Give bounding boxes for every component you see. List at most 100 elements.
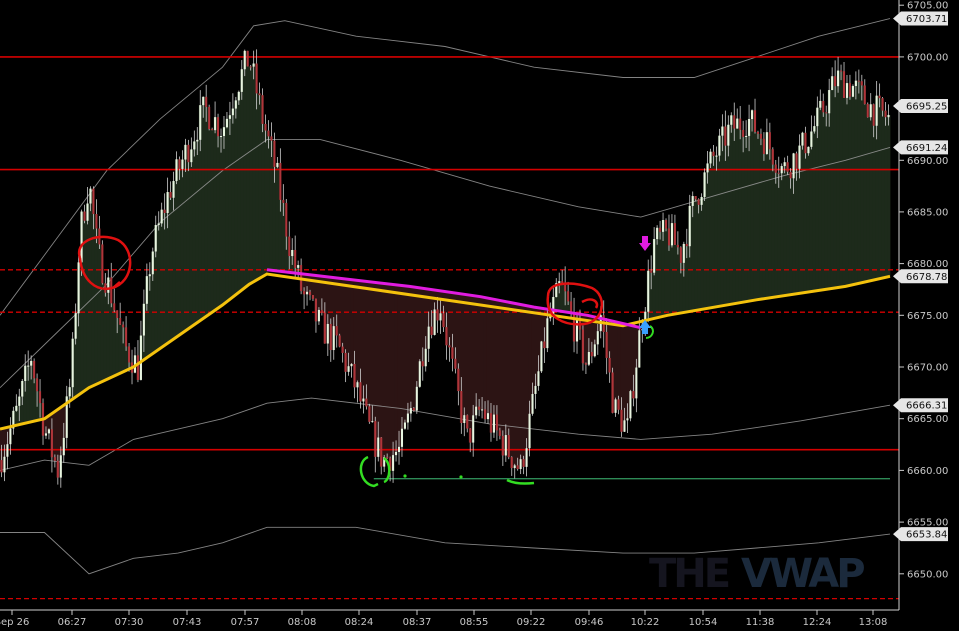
x-tick-label: 10:54 bbox=[689, 617, 718, 628]
vwap-fill-segment bbox=[884, 117, 888, 278]
candle-body bbox=[466, 415, 469, 429]
candle-body bbox=[270, 136, 273, 141]
candle-body bbox=[365, 398, 368, 407]
candle-body bbox=[89, 188, 92, 204]
candle-body bbox=[211, 129, 214, 131]
vwap-fill-segment bbox=[842, 97, 846, 287]
candle-body bbox=[424, 348, 427, 367]
candle-body bbox=[614, 399, 617, 413]
price-chart[interactable]: THE VWAP 6650.00 6655.00 6660.00 6665.00 667… bbox=[0, 0, 959, 631]
candle-body bbox=[881, 98, 884, 111]
vwap-fill-segment bbox=[180, 159, 185, 333]
candle-body bbox=[804, 132, 807, 154]
candle-body bbox=[163, 209, 166, 214]
candle-body bbox=[620, 409, 623, 432]
candle-body bbox=[50, 429, 53, 458]
x-tick-label: 07:43 bbox=[173, 617, 202, 628]
candle-body bbox=[795, 153, 798, 169]
candle-body bbox=[759, 133, 762, 139]
vwap-fill-segment bbox=[406, 286, 410, 414]
vwap-fill-segment bbox=[664, 228, 668, 316]
candle-body bbox=[15, 405, 18, 411]
candle-body bbox=[92, 188, 95, 215]
vwap-fill-segment bbox=[382, 283, 387, 458]
vwap-fill-segment bbox=[809, 131, 814, 292]
candle-body bbox=[276, 162, 279, 167]
vwap-fill-segment bbox=[350, 279, 354, 364]
candle-body bbox=[691, 196, 694, 206]
candle-body bbox=[638, 330, 641, 368]
vwap-fill-segment bbox=[112, 310, 117, 376]
candle-body bbox=[540, 341, 543, 372]
vwap-fill-segment bbox=[376, 282, 381, 438]
candle-body bbox=[353, 363, 356, 388]
candle-body bbox=[670, 223, 673, 246]
vwap-fill-segment bbox=[403, 285, 407, 423]
candle-body bbox=[679, 247, 682, 263]
candle-body bbox=[525, 448, 528, 467]
vwap-fill-segment bbox=[560, 282, 565, 312]
candle-body bbox=[475, 406, 478, 416]
candle-body bbox=[400, 428, 404, 447]
candle-body bbox=[258, 93, 261, 96]
x-tick-label: 07:30 bbox=[115, 617, 144, 628]
candle-body bbox=[567, 291, 570, 302]
candle-body bbox=[350, 363, 353, 367]
vwap-fill-segment bbox=[400, 285, 404, 429]
candle-body bbox=[33, 360, 36, 379]
candle-body bbox=[101, 244, 104, 284]
candle-body bbox=[208, 106, 211, 130]
candle-body bbox=[872, 104, 875, 126]
candle-body bbox=[742, 129, 745, 137]
candle-body bbox=[261, 95, 264, 124]
price-tag-label: 6653.84 bbox=[906, 530, 947, 541]
y-tick-label: 6675.00 bbox=[907, 311, 948, 322]
candle-body bbox=[154, 224, 157, 252]
candle-body bbox=[854, 80, 857, 87]
candle-body bbox=[664, 220, 668, 229]
vwap-fill-segment bbox=[367, 281, 372, 422]
candle-body bbox=[777, 172, 780, 174]
candle-body bbox=[451, 347, 454, 359]
vwap-fill-segment bbox=[397, 285, 401, 447]
vwap-fill-segment bbox=[246, 66, 250, 286]
candle-body bbox=[653, 239, 656, 273]
candle-body bbox=[95, 214, 98, 229]
vwap-fill-segment bbox=[768, 149, 772, 298]
candle-body bbox=[745, 135, 748, 137]
vwap-fill-segment bbox=[275, 162, 280, 272]
candle-body bbox=[36, 378, 39, 392]
x-tick-label: 08:55 bbox=[460, 617, 489, 628]
vwap-fill-segment bbox=[830, 76, 835, 289]
vwap-fill-segment bbox=[795, 168, 799, 294]
vwap-fill-segment bbox=[801, 132, 805, 293]
candle-body bbox=[288, 236, 291, 257]
vwap-fill-segment bbox=[694, 199, 698, 311]
candle-body bbox=[397, 446, 401, 452]
vwap-fill-segment bbox=[216, 136, 220, 309]
candle-body bbox=[792, 153, 795, 179]
candle-body bbox=[807, 146, 810, 154]
candle-body bbox=[377, 437, 380, 457]
vwap-fill-segment bbox=[228, 115, 232, 300]
candle-body bbox=[47, 429, 50, 434]
candle-body bbox=[311, 295, 315, 299]
candle-body bbox=[460, 391, 463, 423]
candle-body bbox=[816, 107, 819, 127]
candle-body bbox=[884, 110, 887, 118]
candle-body bbox=[44, 433, 48, 436]
vwap-fill-segment bbox=[789, 178, 793, 295]
candle-body bbox=[80, 211, 83, 263]
x-tick-label: 12:24 bbox=[803, 617, 832, 628]
candle-body bbox=[507, 435, 510, 458]
candle-body bbox=[18, 396, 21, 406]
vwap-fill-segment bbox=[269, 140, 274, 271]
candle-body bbox=[798, 145, 801, 169]
vwap-fill-segment bbox=[860, 85, 864, 283]
vwap-fill-segment bbox=[240, 69, 244, 291]
price-tag-label: 6703.71 bbox=[906, 14, 947, 25]
vwap-fill-segment bbox=[388, 284, 392, 471]
candle-body bbox=[187, 144, 190, 163]
vwap-fill-segment bbox=[225, 118, 229, 302]
candle-body bbox=[501, 435, 504, 456]
